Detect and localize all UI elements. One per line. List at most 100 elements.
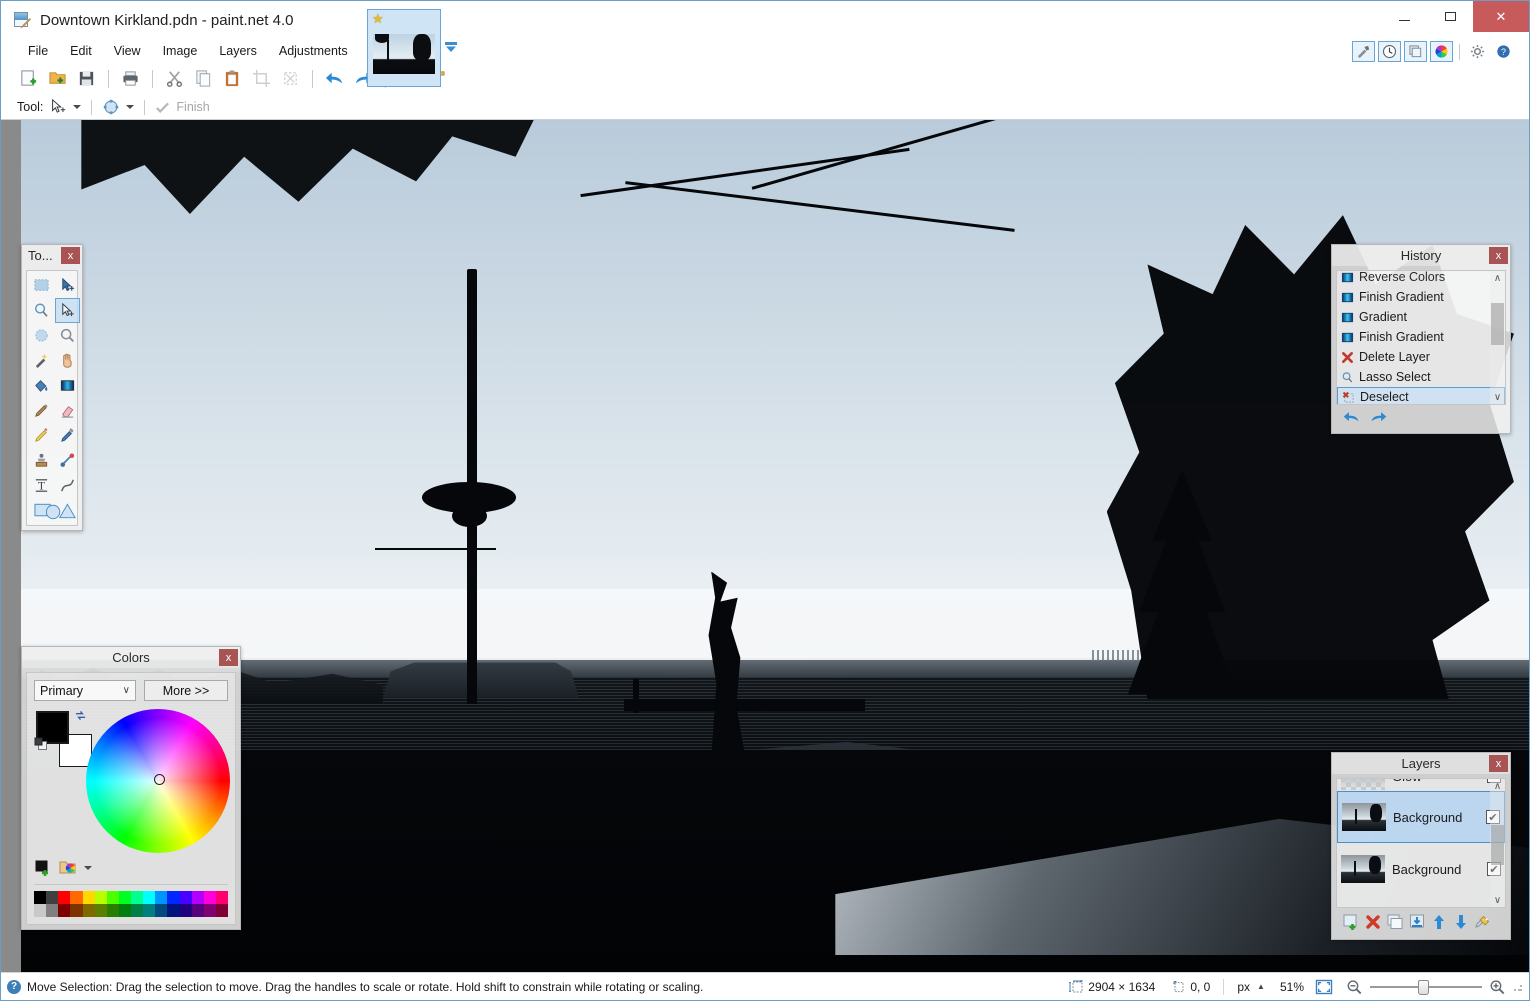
settings-button[interactable] [1466,41,1489,62]
shape-dropdown-chevron-icon[interactable] [126,105,134,109]
palette-row-light[interactable] [34,891,228,904]
layers-panel-close-button[interactable]: x [1489,755,1508,772]
copy-icon[interactable] [190,66,217,91]
layers-scroll-up-icon[interactable]: ∧ [1494,779,1501,793]
new-file-icon[interactable] [15,66,42,91]
menu-adjustments[interactable]: Adjustments [268,41,359,61]
history-item[interactable]: Finish Gradient [1337,287,1505,307]
menu-edit[interactable]: Edit [59,41,103,61]
close-button[interactable]: ✕ [1473,1,1529,32]
colors-panel[interactable]: Colors x Primary ∨ More >> [21,646,241,930]
layers-scroll-down-icon[interactable]: ∨ [1494,893,1501,907]
units-chevron-icon[interactable]: ▲ [1257,982,1265,991]
zoom-slider-thumb[interactable] [1418,980,1429,995]
floppy-save-icon[interactable] [73,66,100,91]
canvas-area[interactable]: To... x [1,120,1529,972]
history-scroll-thumb[interactable] [1491,303,1504,345]
layer-item[interactable]: Glow ✔ [1337,778,1505,791]
layers-scrollbar[interactable]: ∧ ∨ [1490,779,1505,907]
tools-panel[interactable]: To... x [21,244,83,531]
arrow-up-icon[interactable] [1430,913,1448,931]
palette-row-dark[interactable] [34,904,228,917]
history-item[interactable]: Finish Gradient [1337,327,1505,347]
history-redo-button[interactable] [1369,409,1388,425]
menu-file[interactable]: File [17,41,59,61]
history-undo-button[interactable] [1342,409,1361,425]
history-scrollbar[interactable]: ∧ ∨ [1490,271,1505,404]
tool-ellipse-select[interactable] [29,323,54,348]
printer-icon[interactable] [117,66,144,91]
tool-magic-wand[interactable] [29,348,54,373]
colors-panel-close-button[interactable]: x [219,649,238,666]
history-list[interactable]: Reverse Colors Finish Gradient Gradient [1336,270,1506,405]
history-panel[interactable]: History x Reverse Colors Finish Gradient [1331,244,1511,434]
tool-move-selected-pixels[interactable] [55,273,80,298]
layer-item[interactable]: Background ✔ [1337,843,1505,895]
image-canvas[interactable] [21,120,1529,972]
tool-color-picker[interactable] [55,423,80,448]
history-item-selected[interactable]: Deselect [1337,387,1505,405]
add-to-palette-icon[interactable] [34,859,52,877]
color-mode-select[interactable]: Primary ∨ [34,680,136,701]
add-layer-icon[interactable] [1342,913,1360,931]
tools-window-toggle[interactable] [1352,41,1375,62]
tool-pencil[interactable] [29,423,54,448]
zoom-in-icon[interactable] [1489,979,1506,995]
tool-rectangle-select[interactable] [29,273,54,298]
scissors-icon[interactable] [161,66,188,91]
tool-text[interactable]: T [29,473,54,498]
swap-colors-icon[interactable] [74,709,87,722]
tool-pan[interactable] [55,348,80,373]
history-item[interactable]: Lasso Select [1337,367,1505,387]
tool-zoom[interactable] [55,323,80,348]
history-item[interactable]: Delete Layer [1337,347,1505,367]
undo-arrow-icon[interactable] [321,66,348,91]
color-wheel-cursor[interactable] [154,774,165,785]
history-scroll-up-icon[interactable]: ∧ [1494,271,1501,285]
selection-shape-icon[interactable] [102,98,120,116]
tool-lasso-select[interactable] [29,298,54,323]
clipboard-paste-icon[interactable] [219,66,246,91]
menu-image[interactable]: Image [152,41,209,61]
tool-dropdown-chevron-icon[interactable] [73,105,81,109]
duplicate-layer-icon[interactable] [1386,913,1404,931]
history-item[interactable]: Reverse Colors [1337,270,1505,287]
tool-move-selection[interactable] [55,298,80,323]
minimize-button[interactable] [1381,1,1427,32]
tool-shapes[interactable] [29,498,81,523]
tool-line-curve[interactable] [55,473,80,498]
resize-grip-icon[interactable] [1513,982,1523,992]
units-value[interactable]: px [1237,980,1250,994]
tool-paint-bucket[interactable] [29,373,54,398]
tool-clone-stamp[interactable] [29,448,54,473]
layers-list[interactable]: Glow ✔ Background ✔ Background ✔ ∧ [1336,778,1506,908]
fit-to-window-icon[interactable] [1315,979,1333,995]
maximize-button[interactable] [1427,1,1473,32]
reset-colors-icon[interactable] [34,737,50,753]
document-thumbnail[interactable]: ★ [367,9,441,87]
menu-layers[interactable]: Layers [208,41,268,61]
tool-recolor[interactable] [55,448,80,473]
tool-eraser[interactable] [55,398,80,423]
chevron-down-icon[interactable] [444,41,458,53]
menu-view[interactable]: View [103,41,152,61]
layers-window-toggle[interactable] [1404,41,1427,62]
finish-button[interactable]: Finish [176,100,209,114]
palette-dropdown-chevron-icon[interactable] [84,866,92,870]
move-selection-cursor-icon[interactable] [49,98,67,116]
zoom-slider[interactable] [1370,980,1482,994]
tools-panel-close-button[interactable]: x [61,247,80,264]
help-button[interactable]: ? [1492,41,1515,62]
more-button[interactable]: More >> [144,680,228,701]
zoom-out-icon[interactable] [1346,979,1363,995]
open-palette-icon[interactable] [59,859,77,877]
properties-tag-icon[interactable] [1474,913,1492,931]
open-folder-icon[interactable] [44,66,71,91]
layer-item-selected[interactable]: Background ✔ [1337,791,1505,843]
history-window-toggle[interactable] [1378,41,1401,62]
tool-paintbrush[interactable] [29,398,54,423]
palette-strip[interactable] [34,884,228,917]
history-item[interactable]: Gradient [1337,307,1505,327]
tool-gradient[interactable] [55,373,80,398]
layers-panel[interactable]: Layers x Glow ✔ Background ✔ [1331,752,1511,940]
